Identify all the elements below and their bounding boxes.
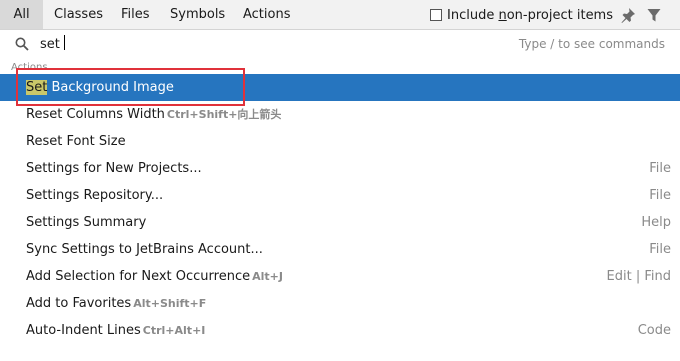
result-label: Sync Settings to JetBrains Account... (26, 242, 263, 257)
search-hint: Type / to see commands (518, 37, 665, 51)
result-group: Code (637, 323, 671, 338)
result-group: File (649, 242, 671, 257)
search-bar[interactable]: set Type / to see commands (0, 30, 680, 58)
tab-symbols[interactable]: Symbols (170, 0, 225, 29)
result-label: Add Selection for Next Occurrence Alt+J (26, 269, 283, 284)
filter-icon[interactable] (646, 7, 662, 23)
tab-all[interactable]: All (0, 0, 43, 29)
result-group: File (649, 161, 671, 176)
result-row[interactable]: Add Selection for Next Occurrence Alt+J E… (0, 263, 680, 290)
result-row[interactable]: Settings Summary Help (0, 209, 680, 236)
result-label: Auto-Indent Lines Ctrl+Alt+I (26, 323, 206, 338)
annotation-highlight-box (16, 68, 245, 106)
result-group: Help (641, 215, 671, 230)
result-shortcut: Alt+J (252, 270, 283, 283)
result-label: Settings Summary (26, 215, 147, 230)
result-shortcut: Ctrl+Alt+I (142, 324, 206, 337)
result-row[interactable]: Auto-Indent Lines Ctrl+Alt+I Code (0, 317, 680, 344)
search-everywhere-tab-bar: All Classes Files Symbols Actions Includ… (0, 0, 680, 30)
result-row[interactable]: Settings for New Projects... File (0, 155, 680, 182)
result-group: Edit | Find (606, 269, 671, 284)
search-icon (15, 37, 29, 51)
search-input[interactable]: set (40, 35, 65, 54)
result-group: File (649, 188, 671, 203)
text-caret (63, 35, 65, 50)
result-shortcut: Ctrl+Shift+向上箭头 (166, 108, 282, 121)
results-list: Set Background Image Reset Columns Width… (0, 74, 680, 344)
result-shortcut: Alt+Shift+F (133, 297, 207, 310)
tab-actions[interactable]: Actions (243, 0, 291, 29)
tab-files[interactable]: Files (121, 0, 150, 29)
include-non-project-toggle[interactable]: Include non-project items (430, 6, 613, 24)
result-row[interactable]: Settings Repository... File (0, 182, 680, 209)
include-non-project-label: Include non-project items (447, 7, 613, 23)
result-label: Reset Font Size (26, 134, 126, 149)
result-row[interactable]: Reset Font Size (0, 128, 680, 155)
result-label: Settings for New Projects... (26, 161, 202, 176)
include-non-project-checkbox[interactable] (430, 9, 442, 21)
result-label: Settings Repository... (26, 188, 164, 203)
result-row[interactable]: Add to Favorites Alt+Shift+F (0, 290, 680, 317)
result-row[interactable]: Sync Settings to JetBrains Account... Fi… (0, 236, 680, 263)
result-label: Add to Favorites Alt+Shift+F (26, 296, 207, 311)
pin-icon[interactable] (620, 7, 636, 23)
tab-classes[interactable]: Classes (54, 0, 103, 29)
